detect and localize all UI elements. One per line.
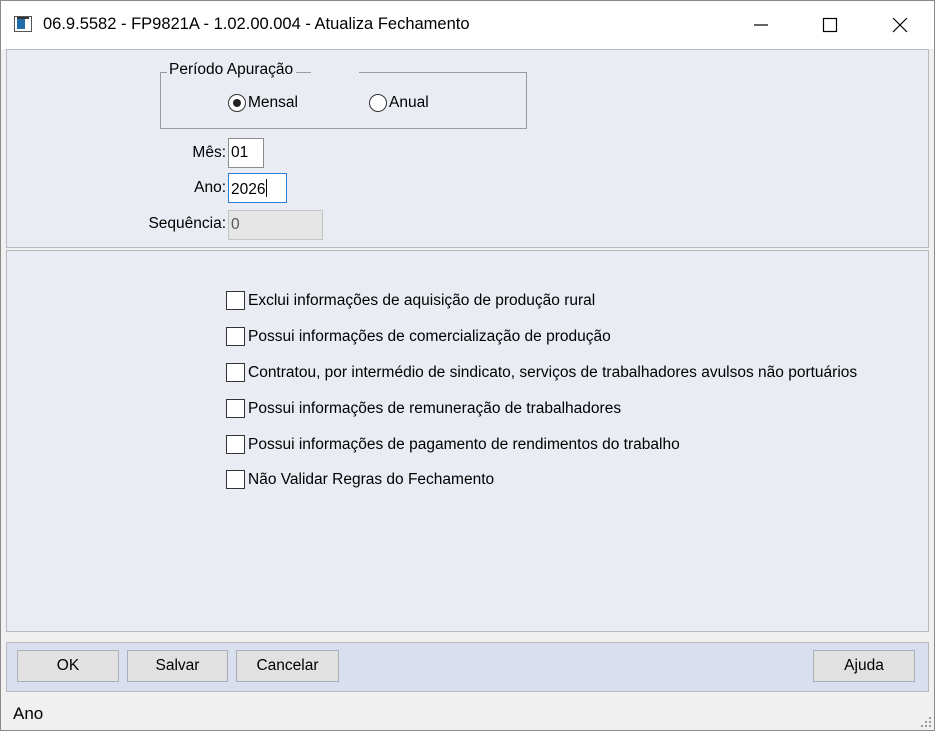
- checkbox-label[interactable]: Possui informações de comercialização de…: [248, 328, 611, 346]
- minimize-button[interactable]: [738, 1, 784, 49]
- app-icon: [14, 16, 32, 32]
- radio-mensal[interactable]: Mensal: [228, 94, 298, 112]
- checkbox-remuneracao[interactable]: Possui informações de remuneração de tra…: [226, 399, 621, 418]
- checkbox-indicator[interactable]: [226, 327, 245, 346]
- window-title: 06.9.5582 - FP9821A - 1.02.00.004 - Atua…: [43, 15, 470, 33]
- dialog-window: 06.9.5582 - FP9821A - 1.02.00.004 - Atua…: [0, 0, 935, 731]
- mes-field[interactable]: 01: [228, 138, 264, 168]
- title-bar[interactable]: 06.9.5582 - FP9821A - 1.02.00.004 - Atua…: [1, 1, 934, 49]
- checkbox-indicator[interactable]: [226, 291, 245, 310]
- status-bar: Ano: [1, 696, 934, 730]
- minimize-icon: [754, 24, 768, 26]
- checkbox-nao-validar-regras[interactable]: Não Validar Regras do Fechamento: [226, 470, 494, 489]
- radio-anual[interactable]: Anual: [369, 94, 429, 112]
- options-panel: Exclui informações de aquisição de produ…: [6, 250, 929, 632]
- ano-value: 2026: [231, 181, 266, 198]
- checkbox-pagamento-rendimentos[interactable]: Possui informações de pagamento de rendi…: [226, 435, 680, 454]
- checkbox-label[interactable]: Não Validar Regras do Fechamento: [248, 471, 494, 489]
- radio-anual-indicator[interactable]: [369, 94, 387, 112]
- mes-label: Mês:: [192, 144, 226, 161]
- checkbox-comercializacao[interactable]: Possui informações de comercialização de…: [226, 327, 611, 346]
- ok-button[interactable]: OK: [17, 650, 119, 682]
- cancelar-button[interactable]: Cancelar: [236, 650, 339, 682]
- checkbox-indicator[interactable]: [226, 399, 245, 418]
- radio-mensal-indicator[interactable]: [228, 94, 246, 112]
- checkbox-label[interactable]: Possui informações de remuneração de tra…: [248, 400, 621, 418]
- maximize-button[interactable]: [807, 1, 853, 49]
- close-icon: [892, 17, 908, 33]
- salvar-button[interactable]: Salvar: [127, 650, 228, 682]
- status-text: Ano: [13, 704, 44, 723]
- checkbox-trabalhadores-avulsos[interactable]: Contratou, por intermédio de sindicato, …: [226, 363, 857, 382]
- sequencia-field: 0: [228, 210, 323, 240]
- checkbox-exclui-aquisicao[interactable]: Exclui informações de aquisição de produ…: [226, 291, 595, 310]
- ajuda-button[interactable]: Ajuda: [813, 650, 915, 682]
- checkbox-label[interactable]: Possui informações de pagamento de rendi…: [248, 436, 680, 454]
- periodo-apuracao-legend: Período Apuração: [167, 61, 297, 79]
- radio-mensal-label[interactable]: Mensal: [248, 94, 298, 112]
- checkbox-indicator[interactable]: [226, 435, 245, 454]
- periodo-apuracao-group: Período Apuração Mensal Anual: [160, 61, 527, 129]
- period-panel: Período Apuração Mensal Anual Mês: 01 An…: [6, 49, 929, 248]
- checkbox-label[interactable]: Exclui informações de aquisição de produ…: [248, 292, 595, 310]
- maximize-icon: [822, 17, 838, 33]
- close-button[interactable]: [877, 1, 923, 49]
- checkbox-label[interactable]: Contratou, por intermédio de sindicato, …: [248, 364, 857, 382]
- sequencia-label: Sequência:: [148, 215, 226, 232]
- ano-field[interactable]: 2026: [228, 173, 287, 203]
- resize-grip-icon[interactable]: [919, 715, 931, 727]
- radio-anual-label[interactable]: Anual: [389, 94, 429, 112]
- ano-label: Ano:: [194, 179, 226, 196]
- button-panel: OK Salvar Cancelar Ajuda: [6, 642, 929, 692]
- checkbox-indicator[interactable]: [226, 363, 245, 382]
- checkbox-indicator[interactable]: [226, 470, 245, 489]
